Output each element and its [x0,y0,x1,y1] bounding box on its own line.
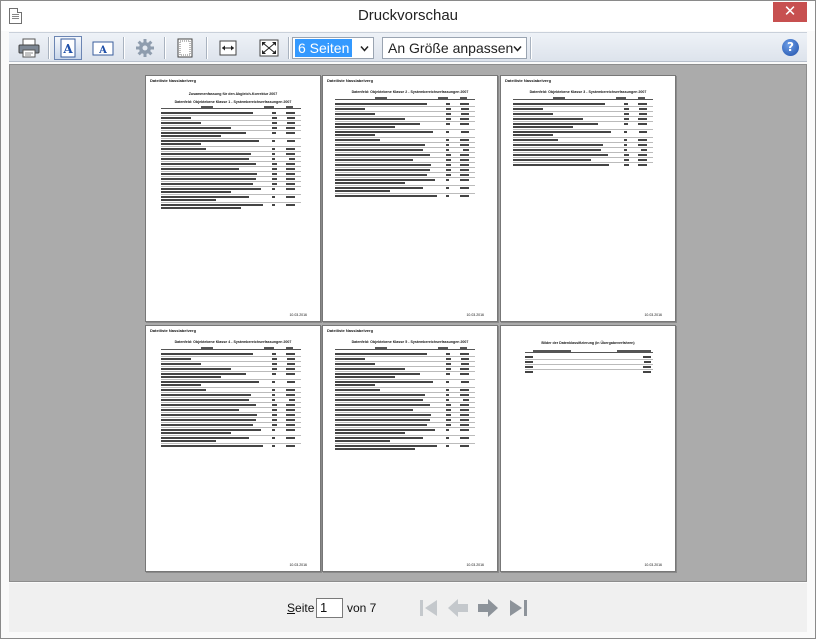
page-setup-button[interactable] [171,36,199,60]
gear-icon [136,39,154,57]
printer-icon [18,38,40,58]
toolbar-separator [288,37,289,59]
page-label: Seite [287,601,315,615]
print-button[interactable] [15,36,43,60]
page-header: Dateiliste Nasslabelverg [150,328,197,333]
pages-per-view-select[interactable]: 6 Seiten [292,37,374,59]
page-date: 10.03.2016 [644,563,662,567]
next-page-button[interactable] [476,597,500,619]
svg-text:A: A [98,45,107,56]
close-button[interactable]: ✕ [773,2,807,22]
preview-page[interactable]: Dateiliste Nasslabelverg Zusammenfassung… [145,75,321,322]
page-date: 10.03.2016 [644,313,662,317]
toolbar-separator [206,37,207,59]
toolbar-separator [48,37,49,59]
page-table [335,97,475,207]
zoom-select[interactable]: An Größe anpassen [382,37,527,59]
portrait-page-icon: A [60,38,76,58]
landscape-page-icon: A [92,41,114,56]
first-page-icon [420,600,437,616]
fit-width-button[interactable] [214,36,242,60]
landscape-button[interactable]: A [89,36,117,60]
arrow-right-icon [478,599,498,617]
page-date: 10.03.2016 [466,313,484,317]
page-table [513,97,653,187]
page-title: Datenfeld: Objektebene Klasse 4 - System… [174,340,292,344]
page-date: 10.03.2016 [289,563,307,567]
title-bar: Druckvorschau ✕ [1,1,815,31]
page-date: 10.03.2016 [466,563,484,567]
page-number-input[interactable]: 1 [316,598,343,618]
page-navigation-bar: Seite 1 von 7 [9,583,807,632]
page-table [161,347,301,457]
page-header: Dateiliste Nasslabelverg [327,328,374,333]
preview-page[interactable]: Bilder der Datenklassifizierung (in Über… [500,325,676,572]
page-header: Dateiliste Nasslabelverg [505,78,552,83]
chevron-down-icon [360,46,369,52]
page-title: Zusammenfassung für den Abgleich-Korrekt… [188,92,278,96]
window-title: Druckvorschau [357,7,459,24]
last-page-icon [510,600,527,616]
close-icon: ✕ [783,2,797,20]
page-header: Dateiliste Nasslabelverg [150,78,197,83]
page-title: Bilder der Datenklassifizierung (in Über… [541,341,635,345]
toolbar-separator [123,37,124,59]
print-preview-window: Druckvorschau ✕ A A 6 Seiten An Größe an… [0,0,816,639]
preview-page[interactable]: Dateiliste Nasslabelverg Datenfeld: Obje… [322,325,498,572]
page-header: Dateiliste Nasslabelverg [327,78,374,83]
page-count-label: von 7 [347,601,377,615]
chevron-down-icon [513,46,522,52]
page-title: Datenfeld: Objektebene Klasse 3 - System… [529,90,647,94]
preview-page[interactable]: Dateiliste Nasslabelverg Datenfeld: Obje… [500,75,676,322]
preview-page[interactable]: Dateiliste Nasslabelverg Datenfeld: Obje… [145,325,321,572]
portrait-button[interactable]: A [54,36,82,60]
fit-page-button[interactable] [255,36,283,60]
first-page-button[interactable] [417,597,441,619]
toolbar: A A 6 Seiten An Größe anpassen ? [9,32,807,62]
page-table [525,350,653,380]
page-title: Datenfeld: Objektebene Klasse 2 - System… [351,90,469,94]
page-table [335,347,475,457]
last-page-button[interactable] [506,597,530,619]
pages-per-view-value: 6 Seiten [295,39,353,57]
svg-text:A: A [62,42,73,56]
toolbar-separator [164,37,165,59]
page-title: Datenfeld: Objektebene Klasse 1 - System… [174,100,292,104]
zoom-value: An Größe anpassen [388,40,514,56]
fit-width-icon [219,40,237,56]
page-margins-icon [177,38,193,58]
help-icon: ? [787,40,794,54]
preview-area[interactable]: Dateiliste Nasslabelverg Zusammenfassung… [9,64,807,582]
arrow-left-icon [448,599,468,617]
page-table [161,106,301,216]
toolbar-separator [530,37,531,59]
help-button[interactable]: ? [782,39,799,56]
previous-page-button[interactable] [446,597,470,619]
page-date: 10.03.2016 [289,313,307,317]
page-title: Datenfeld: Objektebene Klasse 5 - System… [351,340,469,344]
settings-button[interactable] [131,36,159,60]
preview-page[interactable]: Dateiliste Nasslabelverg Datenfeld: Obje… [322,75,498,322]
fit-page-icon [259,39,279,57]
